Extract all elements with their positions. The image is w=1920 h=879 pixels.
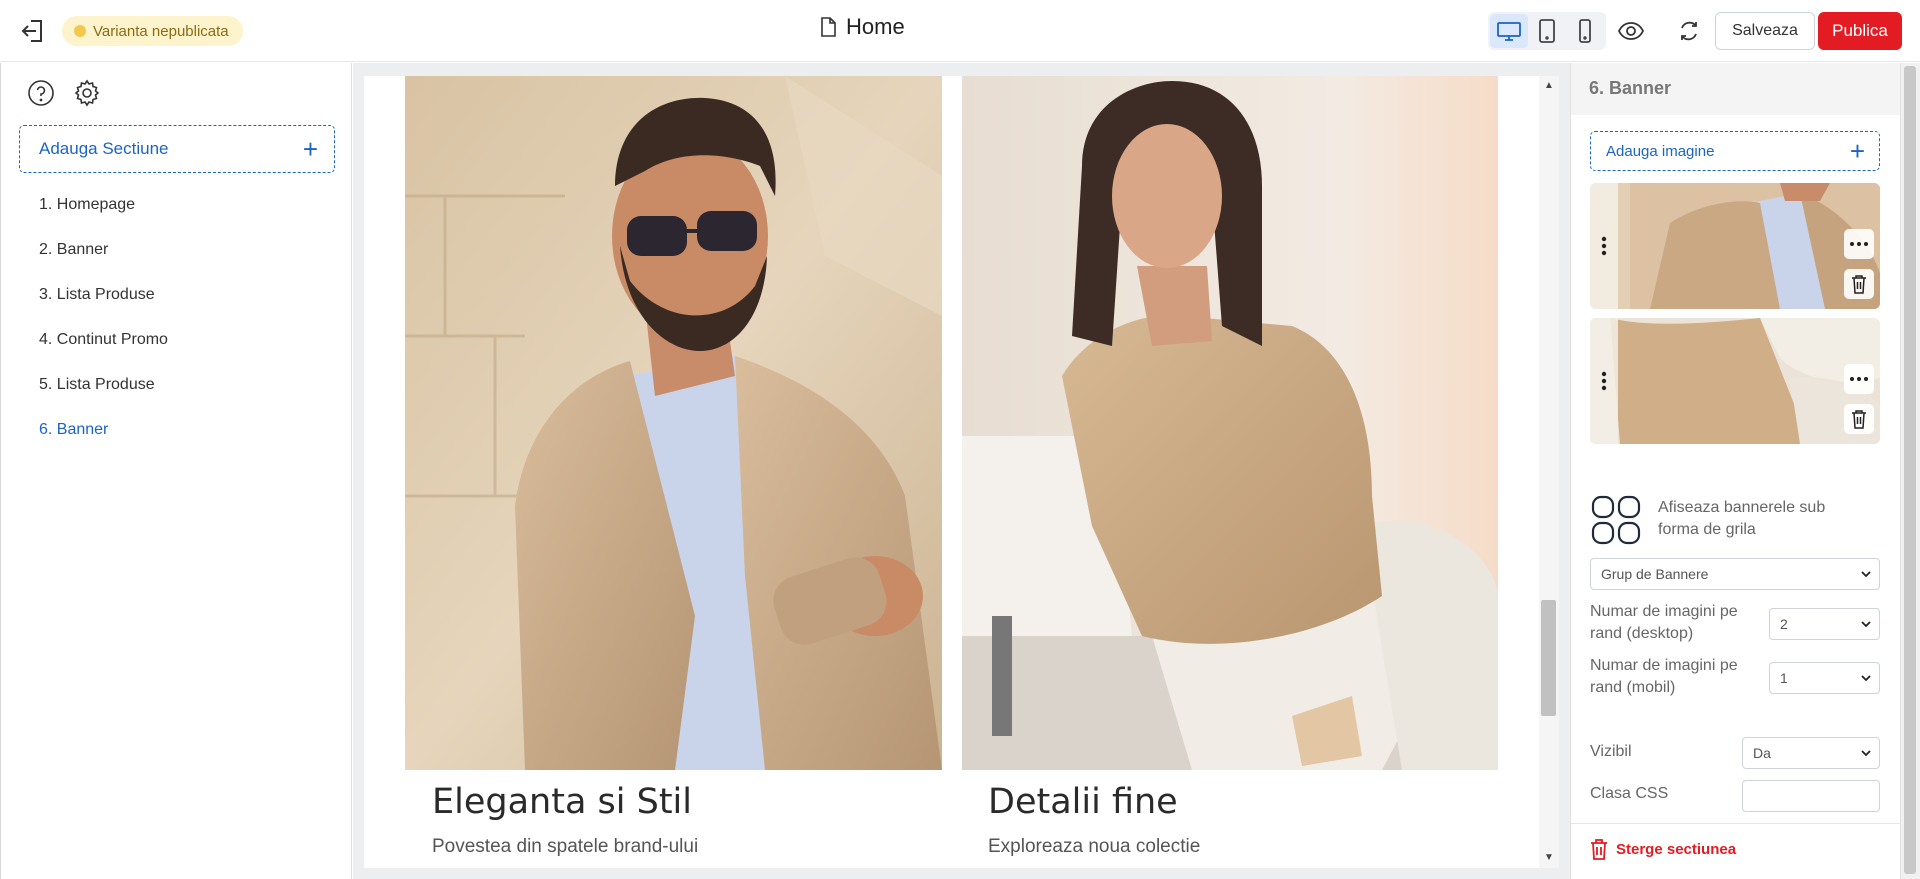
add-image-label: Adauga imagine xyxy=(1606,142,1715,160)
trash-icon xyxy=(1591,839,1607,860)
image-thumbnail-woman xyxy=(1590,318,1880,444)
visible-label: Vizibil xyxy=(1590,743,1632,760)
more-options-icon[interactable] xyxy=(1844,229,1874,259)
grid-layout-icon[interactable] xyxy=(1591,495,1643,547)
delete-section-label: Sterge sectiunea xyxy=(1616,840,1737,858)
banner-title-1: Eleganta si Stil xyxy=(432,782,692,822)
image-card-2[interactable] xyxy=(1590,318,1880,444)
chevron-down-icon xyxy=(1861,750,1871,757)
add-section-label: Adauga Sectiune xyxy=(39,139,169,158)
scroll-down-arrow-icon[interactable]: ▼ xyxy=(1544,852,1554,863)
divider xyxy=(1571,823,1901,824)
add-image-button[interactable]: Adauga imagine + xyxy=(1590,131,1880,171)
section-item-lista-produse-2[interactable]: 5. Lista Produse xyxy=(39,362,168,407)
banner-subtitle-2: Exploreaza noua colectie xyxy=(988,836,1201,857)
section-item-lista-produse[interactable]: 3. Lista Produse xyxy=(39,272,168,317)
plus-icon: + xyxy=(1849,136,1865,166)
banner-type-select[interactable]: Grup de Bannere xyxy=(1590,558,1880,590)
status-badge: Varianta nepublicata xyxy=(62,16,243,46)
desktop-images-select[interactable]: 2 xyxy=(1769,608,1880,640)
left-sidebar: Adauga Sectiune + 1. Homepage 2. Banner … xyxy=(0,63,352,879)
image-thumbnail-man xyxy=(1590,183,1880,309)
visible-value: Da xyxy=(1753,745,1771,761)
tablet-icon xyxy=(1539,19,1555,43)
section-item-banner[interactable]: 2. Banner xyxy=(39,227,168,272)
section-item-continut-promo[interactable]: 4. Continut Promo xyxy=(39,317,168,362)
banner-subtitle-1: Povestea din spatele brand-ului xyxy=(432,836,699,857)
page-title-group: Home xyxy=(820,14,905,40)
desktop-images-label: Numar de imagini pe rand (desktop) xyxy=(1590,603,1738,642)
preview-scrollbar[interactable] xyxy=(1539,76,1559,868)
grid-display-label: Afiseaza bannerele sub forma de grila xyxy=(1658,499,1826,538)
right-panel: 6. Banner Adauga imagine + Afiseaza bann… xyxy=(1570,63,1901,879)
top-bar: Varianta nepublicata Home Salveaza Publi… xyxy=(0,0,1920,62)
mobile-view-button[interactable] xyxy=(1566,14,1604,48)
window-scrollbar-thumb[interactable] xyxy=(1904,66,1916,874)
drag-handle-icon[interactable] xyxy=(1590,183,1618,309)
desktop-view-button[interactable] xyxy=(1490,14,1528,48)
chevron-down-icon xyxy=(1861,675,1871,682)
page-title: Home xyxy=(846,14,905,39)
mobile-images-label: Numar de imagini pe rand (mobil) xyxy=(1590,657,1738,696)
banner-title-2: Detalii fine xyxy=(988,782,1178,822)
section-list: 1. Homepage 2. Banner 3. Lista Produse 4… xyxy=(39,182,168,452)
plus-icon: + xyxy=(302,134,318,164)
preview-eye-icon[interactable] xyxy=(1616,16,1646,46)
page-preview: Eleganta si Stil Povestea din spatele br… xyxy=(364,76,1539,868)
desktop-icon xyxy=(1497,22,1521,41)
desktop-images-value: 2 xyxy=(1780,616,1788,632)
trash-icon[interactable] xyxy=(1844,404,1874,434)
status-badge-label: Varianta nepublicata xyxy=(93,22,229,40)
css-class-input[interactable] xyxy=(1742,780,1880,812)
page-icon xyxy=(821,17,836,37)
more-options-icon[interactable] xyxy=(1844,364,1874,394)
device-switcher xyxy=(1488,12,1606,50)
add-section-button[interactable]: Adauga Sectiune + xyxy=(19,125,335,173)
banner-image-woman[interactable] xyxy=(962,76,1498,770)
drag-handle-icon[interactable] xyxy=(1590,318,1618,444)
preview-scrollbar-thumb[interactable] xyxy=(1541,600,1556,716)
help-icon[interactable] xyxy=(27,79,55,107)
chevron-down-icon xyxy=(1861,571,1871,578)
exit-icon[interactable] xyxy=(20,17,48,45)
image-card-1[interactable] xyxy=(1590,183,1880,309)
save-button[interactable]: Salveaza xyxy=(1715,12,1815,50)
section-title: 6. Banner xyxy=(1589,78,1672,98)
mobile-images-select[interactable]: 1 xyxy=(1769,662,1880,694)
settings-gear-icon[interactable] xyxy=(73,79,101,107)
mobile-icon xyxy=(1579,19,1591,43)
section-item-banner-active[interactable]: 6. Banner xyxy=(39,407,168,452)
banner-image-man[interactable] xyxy=(405,76,942,770)
sync-icon[interactable] xyxy=(1674,16,1704,46)
trash-icon[interactable] xyxy=(1844,269,1874,299)
section-item-homepage[interactable]: 1. Homepage xyxy=(39,182,168,227)
publish-button[interactable]: Publica xyxy=(1818,12,1902,50)
delete-section-button[interactable]: Sterge sectiunea xyxy=(1590,838,1736,860)
status-dot-icon xyxy=(74,25,86,37)
scroll-up-arrow-icon[interactable]: ▲ xyxy=(1544,80,1554,91)
banner-type-value: Grup de Bannere xyxy=(1601,566,1709,582)
css-class-label: Clasa CSS xyxy=(1590,785,1669,802)
mobile-images-value: 1 xyxy=(1780,670,1788,686)
chevron-down-icon xyxy=(1861,621,1871,628)
tablet-view-button[interactable] xyxy=(1528,14,1566,48)
visible-select[interactable]: Da xyxy=(1742,737,1880,769)
